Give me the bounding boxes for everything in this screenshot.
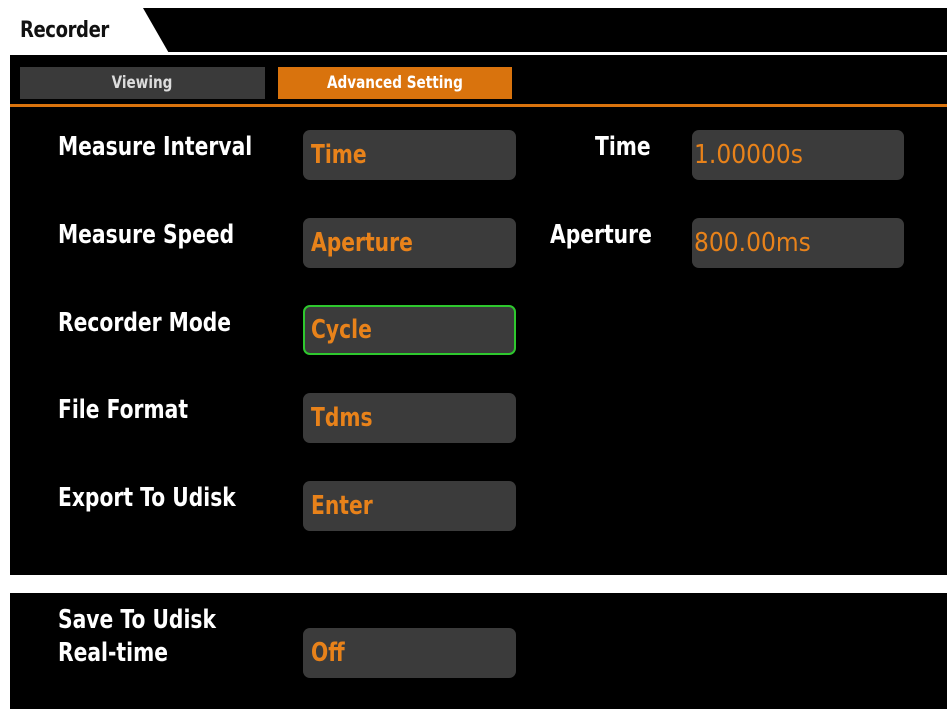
- recorder-mode-field[interactable]: Cycle: [303, 305, 516, 355]
- recorder-mode-label: Recorder Mode: [58, 308, 232, 338]
- export-to-udisk-label: Export To Udisk: [58, 483, 236, 513]
- tab-viewing[interactable]: Viewing: [20, 67, 265, 99]
- measure-interval-value: Time: [311, 140, 367, 170]
- tab-viewing-label: Viewing: [112, 73, 173, 93]
- tab-advanced-setting[interactable]: Advanced Setting: [278, 67, 512, 99]
- measure-speed-label: Measure Speed: [58, 220, 235, 250]
- time-label: Time: [595, 132, 651, 162]
- realtime-save-panel: Save To Udisk Real-time Off: [10, 593, 947, 709]
- aperture-value: 800.00ms: [694, 228, 811, 258]
- tab-bar: Viewing Advanced Setting: [10, 63, 947, 99]
- window-title: Recorder: [20, 18, 109, 43]
- recorder-panel: Recorder Viewing Advanced Setting Measur…: [10, 8, 947, 575]
- save-realtime-label-line2: Real-time: [58, 638, 168, 668]
- aperture-label: Aperture: [550, 220, 652, 250]
- tab-divider: [10, 104, 947, 107]
- measure-speed-field[interactable]: Aperture: [303, 218, 516, 268]
- export-to-udisk-field[interactable]: Enter: [303, 481, 516, 531]
- title-bar: Recorder: [10, 8, 947, 55]
- export-to-udisk-value: Enter: [311, 491, 373, 521]
- time-field[interactable]: 1.00000s: [692, 130, 904, 180]
- file-format-value: Tdms: [311, 403, 373, 433]
- measure-interval-label: Measure Interval: [58, 132, 253, 162]
- tab-advanced-setting-label: Advanced Setting: [327, 73, 463, 93]
- save-realtime-label-line1: Save To Udisk: [58, 605, 216, 635]
- file-format-label: File Format: [58, 395, 189, 425]
- save-realtime-value: Off: [311, 638, 345, 668]
- time-value: 1.00000s: [694, 140, 803, 170]
- save-realtime-field[interactable]: Off: [303, 628, 516, 678]
- recorder-mode-value: Cycle: [311, 315, 372, 345]
- measure-speed-value: Aperture: [311, 228, 413, 258]
- aperture-field[interactable]: 800.00ms: [692, 218, 904, 268]
- measure-interval-field[interactable]: Time: [303, 130, 516, 180]
- file-format-field[interactable]: Tdms: [303, 393, 516, 443]
